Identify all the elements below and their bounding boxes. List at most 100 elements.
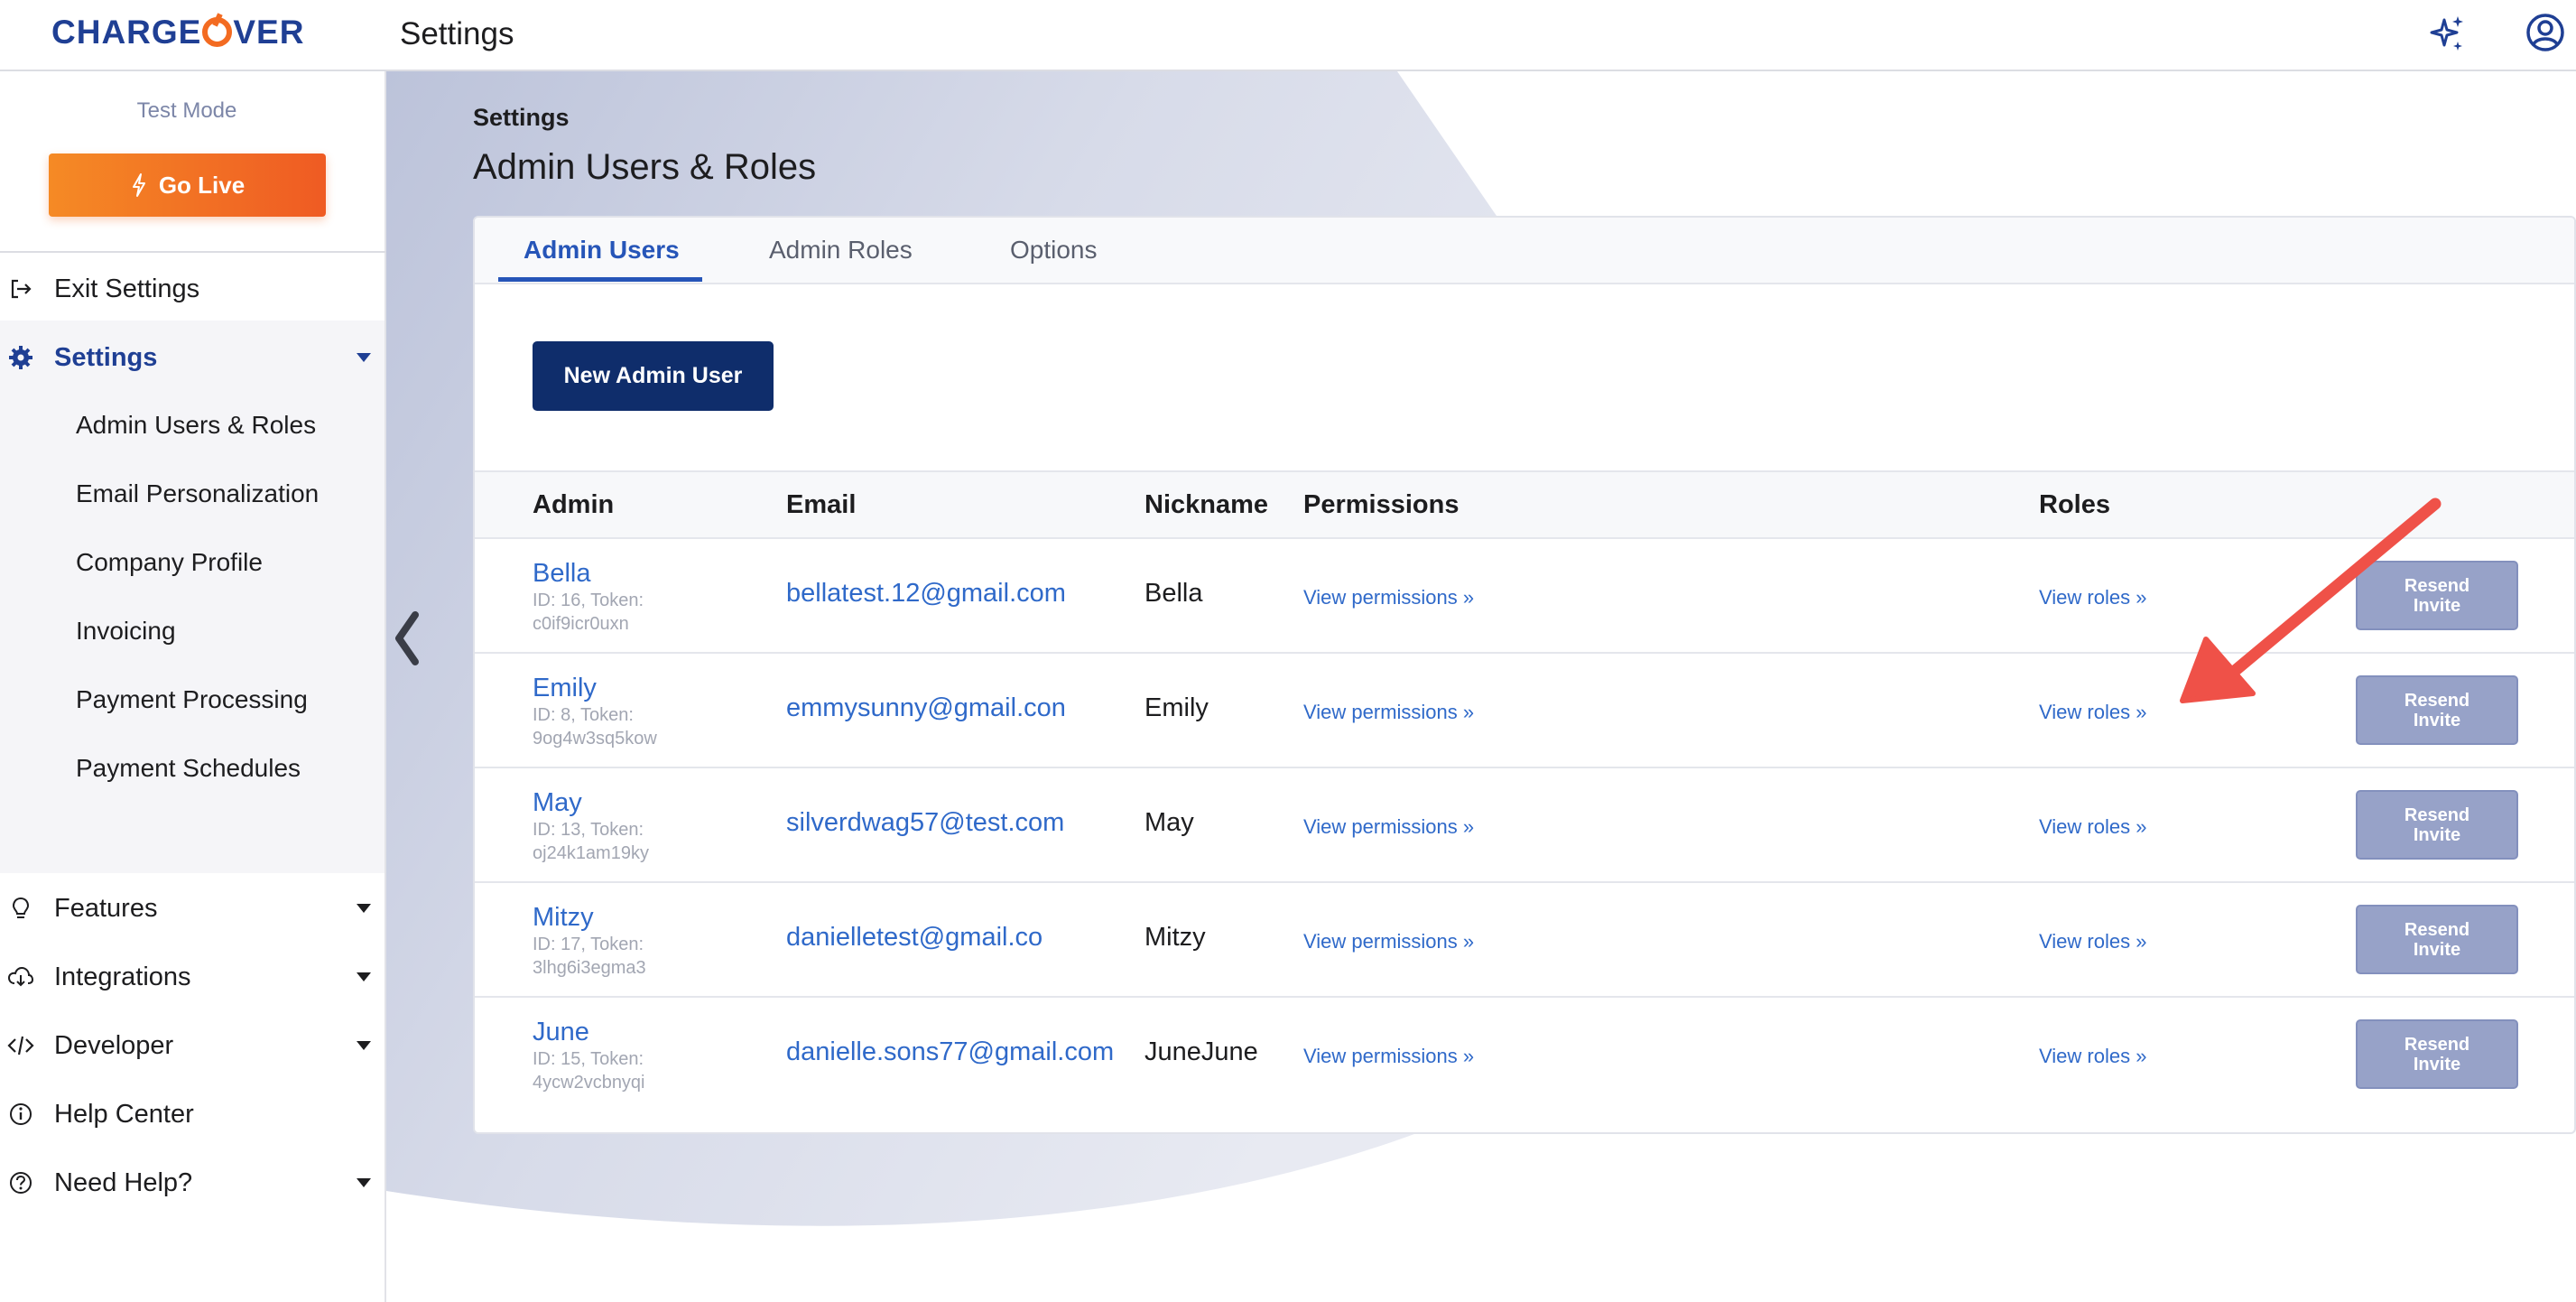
chargeover-logo[interactable]: CHARGE VER [51,13,304,52]
sidebar: Test Mode Go Live Exit Settings Settings… [0,71,386,1302]
sidebar-item-exit-settings[interactable]: Exit Settings [0,255,385,323]
sidebar-item-integrations[interactable]: Integrations [0,943,385,1011]
top-bar-title: Settings [400,16,514,51]
sidebar-item-label: Settings [54,342,158,372]
logo-power-icon [202,17,233,47]
sidebar-divider [0,251,386,253]
cloud-download-icon [7,966,34,987]
admin-id: ID: 17, Token: [533,935,644,954]
sidebar-item-label: Exit Settings [54,274,200,303]
resend-invite-label: Resend Invite [2404,804,2470,845]
resend-invite-label: Resend Invite [2404,1034,2470,1074]
breadcrumb[interactable]: Settings [473,104,570,132]
caret-down-icon [357,972,371,981]
admin-name-link[interactable]: May [533,788,582,818]
sidebar-subitem-payment-processing[interactable]: Payment Processing [76,682,308,718]
sidebar-subitem-invoicing[interactable]: Invoicing [76,613,176,649]
test-mode-label: Test Mode [136,98,237,123]
admin-meta: ID: 13, Token: oj24k1am19ky [533,818,695,865]
admin-email-link[interactable]: danielletest@gmail.co [786,923,1042,953]
view-permissions-link[interactable]: View permissions » [1303,701,1474,724]
annotation-arrow-icon [2180,498,2442,703]
admin-meta: ID: 17, Token: 3lhg6i3egma3 [533,933,695,980]
admin-nickname: Bella [1144,579,1203,608]
table-row: June ID: 15, Token: 4ycw2vcbnyqi danielle… [475,998,2574,1112]
new-admin-user-button[interactable]: New Admin User [533,341,774,411]
sidebar-item-developer[interactable]: Developer [0,1011,385,1080]
go-live-button[interactable]: Go Live [49,153,326,217]
resend-invite-button[interactable]: Resend Invite [2356,905,2518,974]
admin-token: 4ycw2vcbnyqi [533,1073,645,1093]
settings-submenu [0,321,385,873]
sparkle-icon[interactable] [2424,13,2468,56]
sidebar-item-label: Need Help? [54,1167,193,1197]
sidebar-subitem-email-personalization[interactable]: Email Personalization [76,476,319,512]
question-icon [10,1172,32,1194]
admin-nickname: Mitzy [1144,923,1206,952]
tab-admin-users[interactable]: Admin Users [524,236,680,265]
admin-id: ID: 13, Token: [533,820,644,840]
admin-name-link[interactable]: June [533,1018,589,1047]
column-header-nickname: Nickname [1144,490,1269,519]
sidebar-subitem-payment-schedules[interactable]: Payment Schedules [76,750,301,786]
info-icon [10,1103,32,1125]
admin-name-link[interactable]: Mitzy [533,903,594,933]
top-bar: CHARGE VER Settings [0,0,2576,71]
lightning-bolt-icon [132,173,145,197]
sidebar-item-features[interactable]: Features [0,874,385,943]
admin-meta: ID: 8, Token: 9og4w3sq5kow [533,703,695,750]
tab-options[interactable]: Options [1010,236,1098,265]
caret-down-icon [357,904,371,913]
view-roles-link[interactable]: View roles » [2039,701,2146,724]
view-permissions-link[interactable]: View permissions » [1303,815,1474,839]
logo-text-left: CHARGE [51,14,202,51]
admin-name-link[interactable]: Emily [533,674,597,703]
admin-id: ID: 8, Token: [533,705,634,725]
view-permissions-link[interactable]: View permissions » [1303,586,1474,609]
table-row: Mitzy ID: 17, Token: 3lhg6i3egma3 daniell… [475,883,2574,998]
sidebar-item-help-center[interactable]: Help Center [0,1080,385,1149]
page-title: Admin Users & Roles [473,147,817,187]
table-row: May ID: 13, Token: oj24k1am19ky silverdwa… [475,768,2574,883]
user-circle-icon[interactable] [2524,11,2567,54]
tab-admin-roles[interactable]: Admin Roles [769,236,913,265]
sidebar-item-label: Integrations [54,962,191,991]
resend-invite-button[interactable]: Resend Invite [2356,790,2518,860]
admin-token: 3lhg6i3egma3 [533,958,646,978]
admin-email-link[interactable]: danielle.sons77@gmail.com [786,1037,1114,1067]
column-header-admin: Admin [533,490,615,519]
view-roles-link[interactable]: View roles » [2039,1045,2146,1068]
go-live-label: Go Live [158,171,246,199]
admin-token: c0if9icr0uxn [533,614,629,634]
admin-token: oj24k1am19ky [533,843,649,863]
sidebar-item-label: Help Center [54,1099,194,1129]
sidebar-subitem-company-profile[interactable]: Company Profile [76,544,263,581]
caret-down-icon [357,1178,371,1187]
lightbulb-icon [12,897,30,918]
admin-name-link[interactable]: Bella [533,559,591,589]
view-roles-link[interactable]: View roles » [2039,930,2146,953]
view-roles-link[interactable]: View roles » [2039,586,2146,609]
view-permissions-link[interactable]: View permissions » [1303,930,1474,953]
view-permissions-link[interactable]: View permissions » [1303,1045,1474,1068]
caret-down-icon [357,1041,371,1050]
sidebar-item-settings[interactable]: Settings [0,323,385,392]
caret-down-icon [357,353,371,362]
resend-invite-button[interactable]: Resend Invite [2356,1019,2518,1089]
admin-id: ID: 15, Token: [533,1049,644,1069]
sidebar-subitem-admin-users-roles[interactable]: Admin Users & Roles [76,407,316,443]
collapse-sidebar-chevron-icon[interactable] [388,609,424,667]
column-header-email: Email [786,490,857,519]
admin-email-link[interactable]: emmysunny@gmail.con [786,693,1066,723]
admin-email-link[interactable]: silverdwag57@test.com [786,808,1064,838]
admin-nickname: Emily [1144,693,1209,722]
view-roles-link[interactable]: View roles » [2039,815,2146,839]
admin-meta: ID: 16, Token: c0if9icr0uxn [533,589,695,636]
code-icon [7,1036,34,1056]
sidebar-item-label: Developer [54,1030,174,1060]
column-header-permissions: Permissions [1303,490,1459,519]
logo-text-right: VER [233,14,305,51]
sidebar-item-need-help[interactable]: Need Help? [0,1149,385,1217]
admin-email-link[interactable]: bellatest.12@gmail.com [786,579,1066,609]
admin-meta: ID: 15, Token: 4ycw2vcbnyqi [533,1047,695,1094]
